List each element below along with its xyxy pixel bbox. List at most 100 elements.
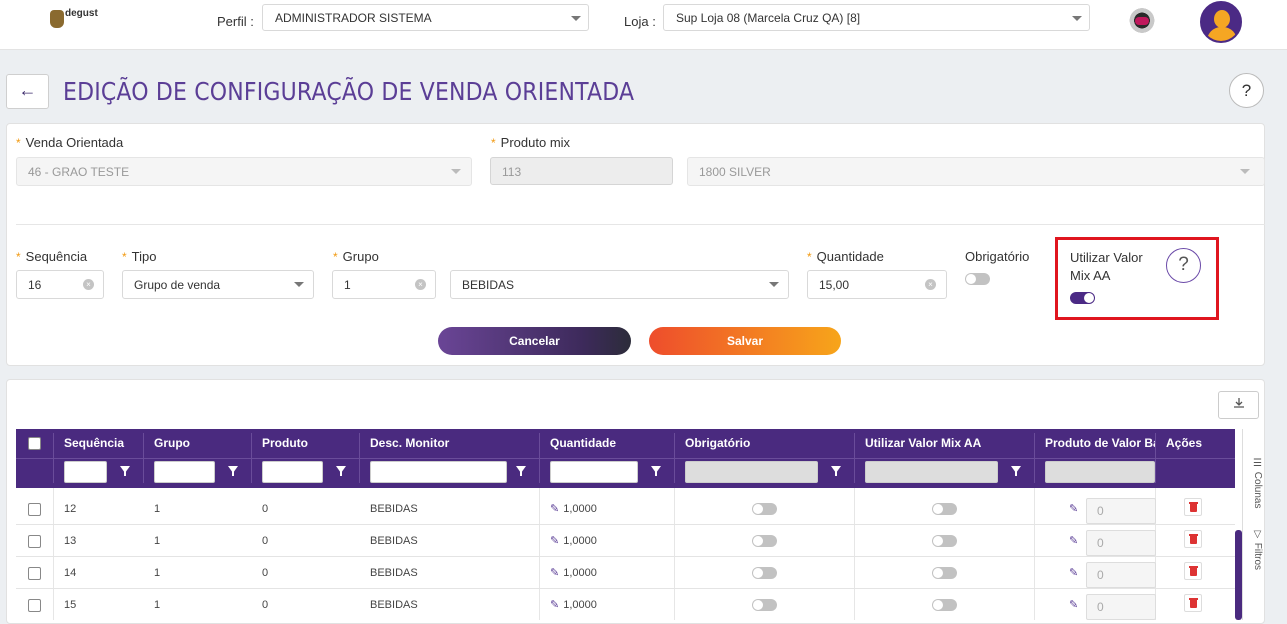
- produto-mix-select[interactable]: 1800 SILVER: [687, 157, 1265, 186]
- col-obrigatorio[interactable]: Obrigatório: [675, 429, 855, 458]
- pencil-icon[interactable]: ✎: [550, 599, 559, 611]
- col-quantidade[interactable]: Quantidade: [540, 429, 675, 458]
- chevron-down-icon: [451, 169, 461, 174]
- produto-mix-code-input[interactable]: 113: [490, 157, 673, 185]
- row-produto-base-input[interactable]: 0: [1086, 530, 1156, 556]
- trash-icon[interactable]: [1184, 562, 1202, 580]
- filter-icon[interactable]: [516, 466, 526, 476]
- quantidade-label: * Quantidade: [807, 249, 884, 264]
- row-utilizar-toggle[interactable]: [932, 599, 957, 611]
- row-utilizar-toggle[interactable]: [932, 567, 957, 579]
- filter-icon[interactable]: [651, 466, 661, 476]
- form-divider: [16, 224, 1265, 225]
- chevron-down-icon: [294, 282, 304, 287]
- cell-desc: BEBIDAS: [370, 599, 418, 611]
- row-obrigatorio-toggle[interactable]: [752, 503, 777, 515]
- row-checkbox[interactable]: [28, 599, 41, 612]
- col-grupo[interactable]: Grupo: [144, 429, 252, 458]
- row-produto-base-input[interactable]: 0: [1086, 594, 1156, 620]
- table-row[interactable]: 15 1 0 BEBIDAS ✎ 1,0000 ✎ 0: [16, 589, 1235, 620]
- tipo-select[interactable]: Grupo de venda: [122, 270, 314, 299]
- row-utilizar-toggle[interactable]: [932, 535, 957, 547]
- trash-icon[interactable]: [1184, 498, 1202, 516]
- row-utilizar-toggle[interactable]: [932, 503, 957, 515]
- columns-icon: ☰: [1252, 457, 1263, 472]
- sequencia-input[interactable]: 16 ×: [16, 270, 104, 299]
- cell-quantidade[interactable]: ✎ 1,0000: [540, 557, 597, 589]
- cell-desc: BEBIDAS: [370, 535, 418, 547]
- row-checkbox[interactable]: [28, 567, 41, 580]
- filter-obrigatorio-input[interactable]: [685, 461, 818, 483]
- pencil-icon[interactable]: ✎: [550, 503, 559, 515]
- clear-icon[interactable]: ×: [415, 279, 426, 290]
- trash-icon[interactable]: [1184, 594, 1202, 612]
- back-button[interactable]: ←: [6, 74, 49, 109]
- table-row[interactable]: 14 1 0 BEBIDAS ✎ 1,0000 ✎ 0: [16, 557, 1235, 589]
- cell-sequencia: 13: [64, 535, 77, 547]
- cancel-button[interactable]: Cancelar: [438, 327, 631, 355]
- grupo-select[interactable]: BEBIDAS: [450, 270, 789, 299]
- col-utilizar-valor-mix[interactable]: Utilizar Valor Mix AA: [855, 429, 1035, 458]
- obrigatorio-toggle[interactable]: [965, 273, 990, 285]
- col-desc-monitor[interactable]: Desc. Monitor: [360, 429, 540, 458]
- save-button[interactable]: Salvar: [649, 327, 841, 355]
- clear-icon[interactable]: ×: [83, 279, 94, 290]
- produto-mix-label: * Produto mix: [491, 135, 571, 150]
- col-produto-valor-base[interactable]: Produto de Valor Base: [1035, 429, 1156, 458]
- loja-select[interactable]: Sup Loja 08 (Marcela Cruz QA) [8]: [663, 4, 1090, 31]
- filter-icon[interactable]: [228, 466, 238, 476]
- pencil-icon[interactable]: ✎: [550, 567, 559, 579]
- filter-produto-input[interactable]: [262, 461, 323, 483]
- row-checkbox[interactable]: [28, 535, 41, 548]
- loja-value: Sup Loja 08 (Marcela Cruz QA) [8]: [676, 11, 861, 25]
- cell-grupo: 1: [154, 535, 161, 547]
- filter-icon[interactable]: [1011, 466, 1021, 476]
- table-row[interactable]: 12 1 0 BEBIDAS ✎ 1,0000 ✎ 0: [16, 493, 1235, 525]
- assistant-robot-icon[interactable]: [1127, 7, 1157, 37]
- table-row[interactable]: 13 1 0 BEBIDAS ✎ 1,0000 ✎ 0: [16, 525, 1235, 557]
- filter-utilizar-input[interactable]: [865, 461, 998, 483]
- chevron-down-icon: [769, 282, 779, 287]
- select-all-checkbox[interactable]: [28, 437, 41, 450]
- perfil-value: ADMINISTRADOR SISTEMA: [275, 11, 432, 25]
- pencil-icon[interactable]: ✎: [1069, 566, 1078, 579]
- filter-desc-input[interactable]: [370, 461, 507, 483]
- row-produto-base-input[interactable]: 0: [1086, 562, 1156, 588]
- user-avatar[interactable]: [1200, 1, 1242, 43]
- filter-icon[interactable]: [336, 466, 346, 476]
- filter-sequencia-input[interactable]: [64, 461, 107, 483]
- row-obrigatorio-toggle[interactable]: [752, 599, 777, 611]
- cell-quantidade[interactable]: ✎ 1,0000: [540, 589, 597, 620]
- filters-tab[interactable]: ▽ Filtros: [1243, 525, 1263, 575]
- col-sequencia[interactable]: Sequência: [54, 429, 144, 458]
- grupo-code-input[interactable]: 1 ×: [332, 270, 436, 299]
- columns-tab[interactable]: ☰ Colunas: [1243, 453, 1263, 513]
- pencil-icon[interactable]: ✎: [1069, 534, 1078, 547]
- filter-icon[interactable]: [120, 466, 130, 476]
- cell-quantidade[interactable]: ✎ 1,0000: [540, 525, 597, 557]
- pencil-icon[interactable]: ✎: [1069, 502, 1078, 515]
- row-produto-base-input[interactable]: 0: [1086, 498, 1156, 524]
- pencil-icon[interactable]: ✎: [1069, 598, 1078, 611]
- row-checkbox[interactable]: [28, 503, 41, 516]
- filter-icon[interactable]: [831, 466, 841, 476]
- download-button[interactable]: [1218, 391, 1259, 419]
- row-obrigatorio-toggle[interactable]: [752, 567, 777, 579]
- venda-orientada-select[interactable]: 46 - GRAO TESTE: [16, 157, 472, 186]
- pencil-icon[interactable]: ✎: [550, 535, 559, 547]
- filter-quantidade-input[interactable]: [550, 461, 638, 483]
- cell-quantidade[interactable]: ✎ 1,0000: [540, 493, 597, 525]
- filter-grupo-input[interactable]: [154, 461, 215, 483]
- chevron-down-icon: [571, 16, 581, 21]
- degust-logo[interactable]: degust: [48, 8, 98, 34]
- col-produto[interactable]: Produto: [252, 429, 360, 458]
- grid-scrollbar[interactable]: [1235, 530, 1242, 620]
- filter-produto-base-input[interactable]: [1045, 461, 1155, 483]
- row-obrigatorio-toggle[interactable]: [752, 535, 777, 547]
- clear-icon[interactable]: ×: [925, 279, 936, 290]
- help-button[interactable]: ?: [1229, 73, 1264, 108]
- trash-icon[interactable]: [1184, 530, 1202, 548]
- quantidade-input[interactable]: 15,00 ×: [807, 270, 947, 299]
- perfil-select[interactable]: ADMINISTRADOR SISTEMA: [262, 4, 589, 31]
- cell-produto: 0: [262, 503, 269, 515]
